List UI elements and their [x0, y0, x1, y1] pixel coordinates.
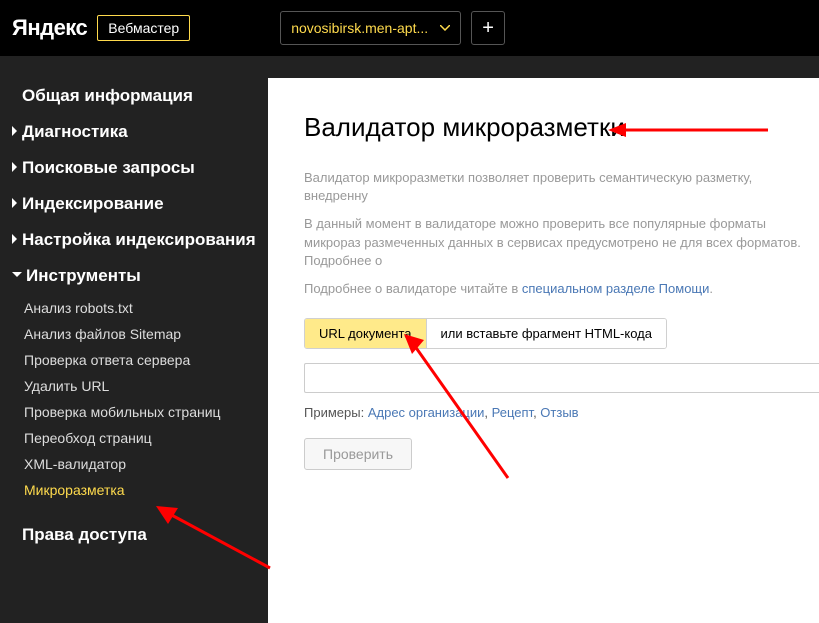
page-title: Валидатор микроразметки [304, 112, 819, 143]
sidebar-label: Права доступа [22, 524, 147, 546]
caret-right-icon [12, 126, 18, 136]
sidebar-item-diagnostics[interactable]: Диагностика [0, 114, 268, 150]
sidebar-sub-mobile-check[interactable]: Проверка мобильных страниц [0, 399, 268, 425]
examples-label: Примеры: [304, 405, 364, 420]
sidebar-item-tools[interactable]: Инструменты [0, 258, 268, 294]
description-1: Валидатор микроразметки позволяет провер… [304, 169, 819, 205]
sidebar-sub-delete-url[interactable]: Удалить URL [0, 373, 268, 399]
sidebar: Общая информация Диагностика Поисковые з… [0, 56, 268, 623]
desc-text: Подробнее о валидаторе читайте в [304, 281, 522, 296]
sidebar-sub-xml-validator[interactable]: XML-валидатор [0, 451, 268, 477]
help-link[interactable]: специальном разделе Помощи [522, 281, 710, 296]
url-input[interactable] [304, 363, 819, 393]
sidebar-item-indexing[interactable]: Индексирование [0, 186, 268, 222]
sidebar-item-access[interactable]: Права доступа [0, 517, 268, 553]
site-selector-value: novosibirsk.men-apt... [291, 20, 428, 36]
add-site-button[interactable]: + [471, 11, 505, 45]
sidebar-label: Индексирование [22, 193, 164, 215]
tab-url[interactable]: URL документа [305, 319, 426, 348]
description-3: Подробнее о валидаторе читайте в специал… [304, 280, 819, 298]
caret-right-icon [12, 198, 18, 208]
sidebar-label: Диагностика [22, 121, 128, 143]
caret-right-icon [12, 162, 18, 172]
sidebar-sub-recrawl[interactable]: Переобход страниц [0, 425, 268, 451]
site-selector[interactable]: novosibirsk.men-apt... [280, 11, 461, 45]
sidebar-sub-microdata[interactable]: Микроразметка [0, 477, 268, 503]
sidebar-item-search-queries[interactable]: Поисковые запросы [0, 150, 268, 186]
sidebar-item-general[interactable]: Общая информация [0, 78, 268, 114]
sidebar-label: Поисковые запросы [22, 157, 195, 179]
yandex-logo[interactable]: Яндекс [12, 15, 87, 41]
main-content: Валидатор микроразметки Валидатор микрор… [268, 78, 819, 623]
sidebar-sub-sitemap[interactable]: Анализ файлов Sitemap [0, 321, 268, 347]
examples-row: Примеры: Адрес организации, Рецепт, Отзы… [304, 405, 819, 420]
caret-right-icon [12, 234, 18, 244]
example-link-recipe[interactable]: Рецепт [492, 405, 533, 420]
sidebar-label: Общая информация [22, 85, 193, 107]
example-link-org[interactable]: Адрес организации [368, 405, 485, 420]
tab-html-code[interactable]: или вставьте фрагмент HTML-кода [426, 319, 666, 348]
header-bar: Яндекс Вебмастер novosibirsk.men-apt... … [0, 0, 819, 56]
sidebar-item-indexing-settings[interactable]: Настройка индексирования [0, 222, 268, 258]
example-link-review[interactable]: Отзыв [540, 405, 578, 420]
sidebar-sub-server-response[interactable]: Проверка ответа сервера [0, 347, 268, 373]
input-mode-tabs: URL документа или вставьте фрагмент HTML… [304, 318, 667, 349]
product-label[interactable]: Вебмастер [97, 15, 190, 41]
check-button[interactable]: Проверить [304, 438, 412, 470]
sidebar-label: Настройка индексирования [22, 229, 256, 251]
sidebar-sub-robots[interactable]: Анализ robots.txt [0, 295, 268, 321]
chevron-down-icon [440, 25, 450, 31]
description-2: В данный момент в валидаторе можно прове… [304, 215, 819, 270]
sidebar-label: Инструменты [26, 265, 141, 287]
caret-down-icon [12, 272, 22, 278]
